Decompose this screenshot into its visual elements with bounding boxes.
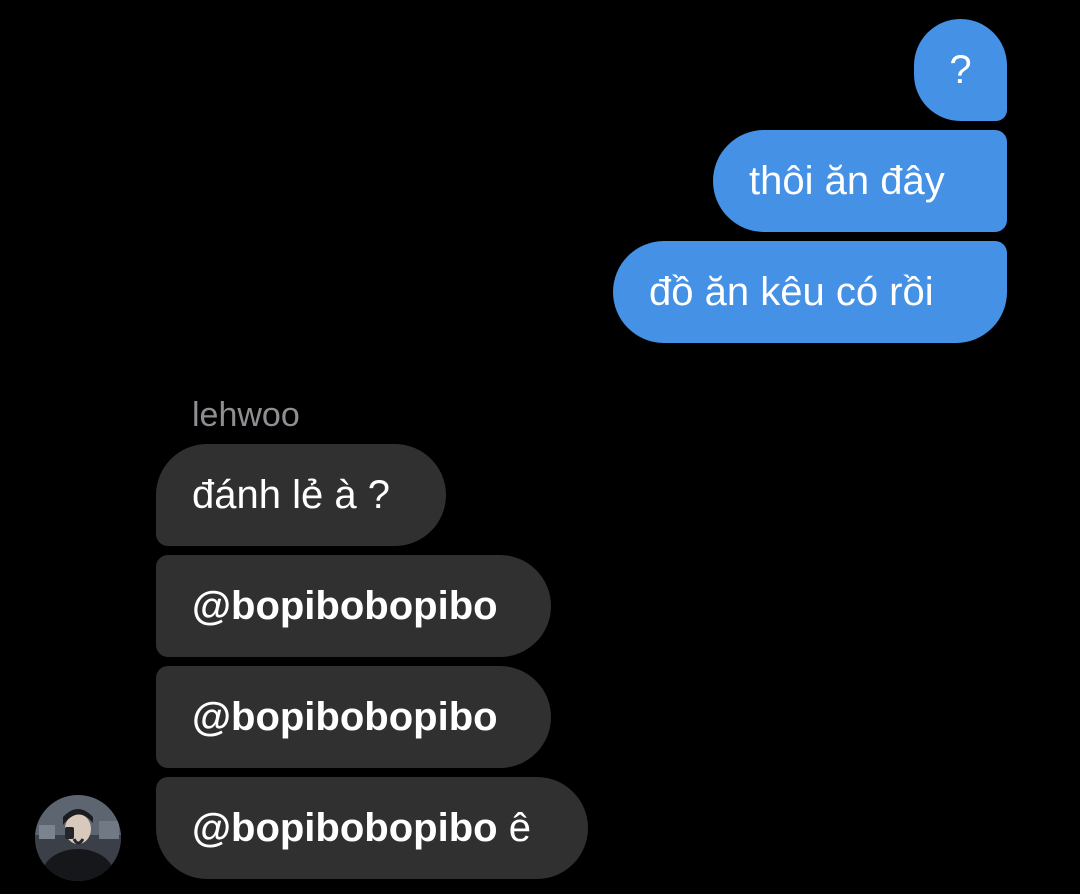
incoming-message[interactable]: @bopibobopibo ê xyxy=(156,777,588,879)
message-text: thôi ăn đây xyxy=(749,159,945,203)
incoming-message[interactable]: @bopibobopibo xyxy=(156,666,551,768)
mention-link[interactable]: @bopibobopibo xyxy=(192,586,498,626)
message-text: ê xyxy=(497,806,531,850)
message-text: đánh lẻ à ? xyxy=(192,473,390,517)
outgoing-message[interactable]: thôi ăn đây xyxy=(713,130,1007,232)
message-text: đồ ăn kêu có rồi xyxy=(649,270,934,314)
sender-name: lehwoo xyxy=(192,396,300,434)
mention-link[interactable]: @bopibobopibo xyxy=(192,697,498,737)
mention-link[interactable]: @bopibobopibo xyxy=(192,808,498,848)
avatar[interactable] xyxy=(35,795,121,881)
incoming-message[interactable]: @bopibobopibo xyxy=(156,555,551,657)
message-text: ? xyxy=(949,48,972,92)
avatar-photo xyxy=(35,795,121,881)
outgoing-message[interactable]: đồ ăn kêu có rồi xyxy=(613,241,1007,343)
outgoing-message[interactable]: ? xyxy=(914,19,1007,121)
incoming-message[interactable]: đánh lẻ à ? xyxy=(156,444,446,546)
